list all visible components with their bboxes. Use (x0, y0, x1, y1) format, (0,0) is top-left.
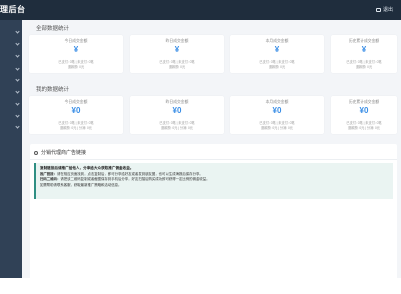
divider (30, 159, 397, 160)
stat-card: 昨日成交金额 ¥0 已支付: 0笔 | 未支付: 0笔 退款额: 0元 | 分润… (130, 96, 224, 134)
card-name: 今日成交金额 (64, 39, 88, 43)
chevron-down-icon (15, 65, 20, 71)
card-sub: 退款额: 0元 | 分润: 0元 (348, 126, 380, 130)
top-header: 理后台 退出 (0, 0, 401, 20)
card-value: ¥ (274, 45, 280, 54)
sidebar-item[interactable] (0, 28, 22, 36)
card-value: ¥0 (272, 106, 282, 115)
card-sub: 退款额: 0元 (168, 65, 186, 69)
card-value: ¥ (361, 45, 367, 54)
stat-card: 今日成交金额 ¥0 已支付: 0笔 | 未支付: 0笔 退款额: 0元 | 分润… (29, 96, 123, 134)
card-sub: 退款额: 0元 (268, 65, 286, 69)
logout-button[interactable]: 退出 (375, 6, 393, 13)
card-sub: 退款额: 0元 | 分润: 0元 (161, 126, 193, 130)
card-name: 本月成交金额 (265, 100, 289, 104)
promo-link-panel: 分销代理商广告链接 复制链接后请推广给他人，分享给大众获取推广佣金收益。 推广链… (30, 144, 397, 294)
sidebar (0, 20, 22, 278)
my-stats-title: 我的数据统计 (36, 87, 70, 93)
chevron-down-icon (15, 123, 20, 129)
sidebar-item[interactable] (0, 52, 22, 60)
card-sub: 退款额: 0元 | 分润: 0元 (261, 126, 293, 130)
tip-label: 推广链接： (40, 171, 57, 176)
card-value: ¥ (174, 45, 180, 54)
sidebar-item[interactable] (0, 123, 22, 131)
card-value: ¥0 (359, 106, 369, 115)
card-sub: 退款额: 0元 (355, 65, 373, 69)
chevron-down-icon (15, 112, 20, 118)
sidebar-item[interactable] (0, 100, 22, 108)
sidebar-item[interactable] (0, 40, 22, 48)
card-value: ¥ (73, 45, 79, 54)
tip-line: 如需帮助请联系客服，获取最新推广策略和活动信息。 (40, 182, 122, 187)
panel-title: 分销代理商广告链接 (41, 150, 87, 156)
sidebar-item[interactable] (0, 112, 22, 120)
stat-card: 昨日成交金额 ¥ 已支付: 0笔 | 未支付: 0笔 退款额: 0元 (130, 35, 224, 73)
sidebar-item[interactable] (0, 88, 22, 96)
all-stats-title: 全部数据统计 (36, 26, 70, 32)
chevron-down-icon (15, 76, 20, 82)
chevron-down-icon (15, 100, 20, 106)
info-circle-icon (34, 150, 38, 155)
card-name: 昨日成交金额 (165, 39, 189, 43)
tip-text: 请把该二维码复制或者截图保存到手机后分享，好友扫描后购买成功即可获得一定比例的佣… (60, 177, 210, 181)
stat-card: 本月成交金额 ¥ 已支付: 0笔 | 未支付: 0笔 退款额: 0元 (230, 35, 324, 73)
card-name: 今日成交金额 (64, 100, 88, 104)
card-value: ¥0 (172, 106, 182, 115)
chevron-down-icon (15, 52, 20, 58)
logout-icon (375, 7, 381, 12)
card-name: 历史累计成交金额 (348, 100, 380, 104)
card-sub: 退款额: 0元 (67, 65, 85, 69)
card-value: ¥0 (71, 106, 81, 115)
brand-title: 理后台 (0, 5, 26, 14)
sidebar-item[interactable] (0, 65, 22, 73)
card-name: 历史累计成交金额 (348, 39, 380, 43)
card-name: 本月成交金额 (265, 39, 289, 43)
chevron-down-icon (15, 28, 20, 34)
card-sub: 退款额: 0元 | 分润: 0元 (60, 126, 92, 130)
main-content: 全部数据统计 今日成交金额 ¥ 已支付: 0笔 | 未支付: 0笔 退款额: 0… (22, 20, 401, 294)
stat-card: 今日成交金额 ¥ 已支付: 0笔 | 未支付: 0笔 退款额: 0元 (29, 35, 123, 73)
tip-label: 扫码二维码： (40, 177, 61, 181)
logout-label: 退出 (382, 7, 393, 13)
tip-box: 复制链接后请推广给他人，分享给大众获取推广佣金收益。 推广链接：请在相应页面找到… (34, 163, 393, 199)
tip-text: 请在相应页面找到，点击复制后，即可分享给好友或者发到朋友圈，也可以生成海报后保存… (56, 171, 203, 176)
chevron-down-icon (15, 40, 20, 46)
card-name: 昨日成交金额 (165, 100, 189, 104)
stat-card: 历史累计成交金额 ¥ 已支付: 0笔 | 未支付: 0笔 退款额: 0元 (331, 35, 397, 73)
stat-card: 本月成交金额 ¥0 已支付: 0笔 | 未支付: 0笔 退款额: 0元 | 分润… (230, 96, 324, 134)
stat-card: 历史累计成交金额 ¥0 已支付: 0笔 | 未支付: 0笔 退款额: 0元 | … (331, 96, 397, 134)
panel-header: 分销代理商广告链接 (34, 149, 86, 156)
chevron-down-icon (15, 88, 20, 94)
sidebar-item[interactable] (0, 76, 22, 84)
